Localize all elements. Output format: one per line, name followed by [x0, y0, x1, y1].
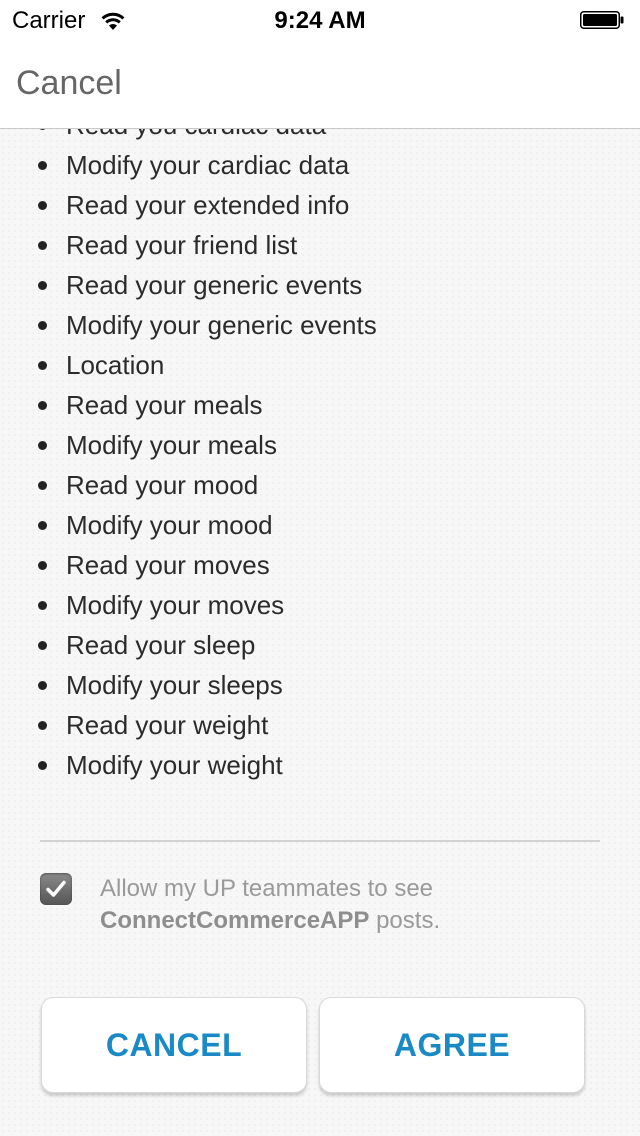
permission-item: Read your sleep [0, 625, 640, 665]
bullet-icon [38, 761, 47, 770]
bullet-icon [38, 201, 47, 210]
bullet-icon [38, 681, 47, 690]
share-text-before: Allow my UP teammates to see [100, 875, 434, 902]
permission-item: Modify your generic events [0, 305, 640, 345]
bullet-icon [38, 161, 47, 170]
bullet-icon [38, 321, 47, 330]
permission-label: Modify your meals [66, 430, 277, 460]
permission-item: Read your mood [0, 465, 640, 505]
bullet-icon [38, 401, 47, 410]
permission-label: Location [66, 350, 165, 380]
bullet-icon [38, 521, 47, 530]
permission-item: Modify your weight [0, 745, 640, 785]
permission-item: Read your moves [0, 545, 640, 585]
clock: 9:24 AM [274, 7, 366, 34]
permission-item: Modify your meals [0, 425, 640, 465]
permission-item: Modify your moves [0, 585, 640, 625]
navigation-bar: Cancel [0, 40, 640, 129]
bullet-icon [38, 441, 47, 450]
permission-item: Read your generic events [0, 265, 640, 305]
permission-item: Read your friend list [0, 225, 640, 265]
permission-label: Read your weight [66, 710, 269, 740]
permission-label: Read your moves [66, 550, 270, 580]
permission-label: Modify your generic events [66, 310, 377, 340]
permission-item: Read your weight [0, 705, 640, 745]
bullet-icon [38, 361, 47, 370]
permission-label: Read your meals [66, 390, 263, 420]
agree-button[interactable]: AGREE [319, 997, 585, 1093]
bullet-icon [38, 481, 47, 490]
share-checkbox[interactable] [40, 873, 72, 905]
permission-label: Modify your weight [66, 750, 283, 780]
bullet-icon [38, 561, 47, 570]
permission-label: Read your generic events [66, 270, 363, 300]
permission-item: Modify your cardiac data [0, 145, 640, 185]
permission-label: Modify your cardiac data [66, 150, 350, 180]
share-app-name: ConnectCommerceAPP [100, 907, 370, 934]
permission-label: Read your mood [66, 470, 259, 500]
divider [40, 840, 600, 842]
cancel-button[interactable]: CANCEL [41, 997, 307, 1093]
bullet-icon [38, 601, 47, 610]
nav-cancel-button[interactable]: Cancel [16, 64, 122, 103]
checkmark-icon [46, 880, 66, 897]
bullet-icon [38, 641, 47, 650]
share-consent-text: Allow my UP teammates to see ConnectComm… [100, 873, 600, 937]
permission-item: Modify your mood [0, 505, 640, 545]
permission-item: Modify your sleeps [0, 665, 640, 705]
bullet-icon [38, 241, 47, 250]
permission-label: Modify your mood [66, 510, 273, 540]
permission-label: Read your friend list [66, 230, 298, 260]
permission-item: Location [0, 345, 640, 385]
status-bar: Carrier 9:24 AM [0, 0, 640, 40]
share-text-after: posts. [376, 907, 441, 934]
permission-item: Read your meals [0, 385, 640, 425]
permission-item: Read your extended info [0, 185, 640, 225]
permission-label: Read your extended info [66, 190, 350, 220]
battery-icon [580, 11, 624, 29]
permission-label: Modify your sleeps [66, 670, 283, 700]
permissions-list: Read you cardiac dataModify your cardiac… [0, 105, 640, 785]
bullet-icon [38, 721, 47, 730]
permission-label: Modify your moves [66, 590, 285, 620]
permission-label: Read your sleep [66, 630, 256, 660]
bullet-icon [38, 281, 47, 290]
